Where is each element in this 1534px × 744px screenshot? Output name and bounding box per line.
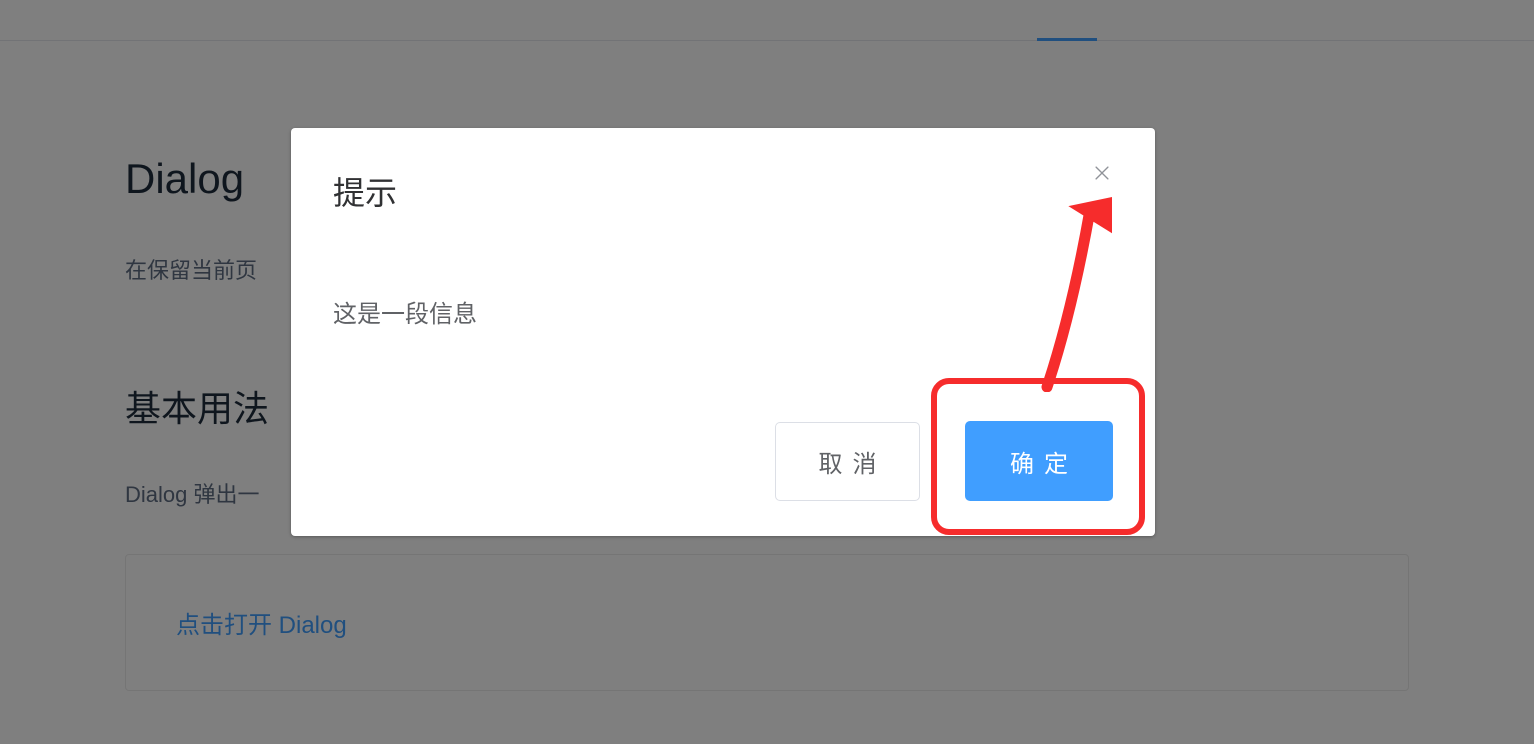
dialog: 提示 这是一段信息 取消 确定 (291, 128, 1155, 536)
dialog-header: 提示 (333, 168, 1113, 214)
cancel-button[interactable]: 取消 (775, 422, 920, 501)
dialog-footer: 取消 确定 (333, 421, 1113, 501)
dialog-title: 提示 (333, 168, 397, 214)
dialog-body: 这是一段信息 (333, 294, 1113, 421)
confirm-button[interactable]: 确定 (965, 421, 1113, 501)
close-icon[interactable] (1091, 162, 1113, 184)
